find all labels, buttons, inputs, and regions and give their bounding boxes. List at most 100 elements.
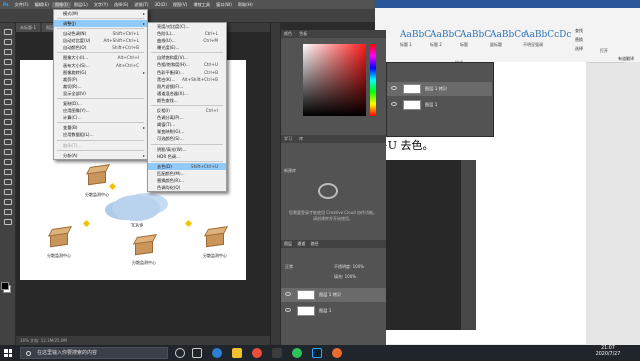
menu-item[interactable]: 应用数据组(L)... [54,131,147,138]
menu-item[interactable]: 匹配颜色(M)... [148,170,226,177]
menu-item[interactable]: 分析(A) [54,152,147,159]
layer-row[interactable]: 图层 1 拷贝 [387,82,492,96]
menu-help[interactable]: 帮助(H) [235,2,256,8]
app-icon[interactable] [272,348,282,358]
eye-icon[interactable] [285,292,291,296]
menu-item[interactable]: 自然饱和度(V)... [148,54,226,61]
menu-type[interactable]: 文字(Y) [91,2,111,8]
menu-item[interactable]: 色调分离(P)... [148,114,226,121]
quick-select-tool-icon[interactable] [4,59,12,65]
crop-tool-icon[interactable] [4,69,12,75]
menu-item[interactable]: 模式(M) [54,10,147,17]
menu-item[interactable]: 图像大小(I)... Alt+Ctrl+I [54,54,147,61]
menu-window[interactable]: 窗口(W) [213,2,235,8]
tab-layers[interactable]: 图层 [284,241,292,246]
hand-tool-icon[interactable] [4,209,12,215]
pen-tool-icon[interactable] [4,169,12,175]
menu-item[interactable]: 通道混合器(X)... [148,90,226,97]
libraries-title[interactable]: 新建库 [281,168,299,173]
menu-item[interactable]: 色阶(L)... Ctrl+L [148,30,226,37]
tab-document-1[interactable]: 未标题-1 [16,23,40,32]
opacity-field[interactable]: 不透明度: 100% [334,264,364,270]
open-button[interactable]: 打开 [600,48,608,54]
clock[interactable]: 21:07 2020/7/27 [592,346,624,358]
hue-slider[interactable] [370,44,376,116]
brush-tool-icon[interactable] [4,99,12,105]
menu-item[interactable]: 裁切(R)... [54,83,147,90]
blend-mode-select[interactable]: 正常 [285,264,293,270]
layer-row[interactable]: 图层 1 [281,304,386,318]
menu-item[interactable]: 渐变映射(G)... [148,128,226,135]
menu-layer[interactable]: 图层(L) [71,2,91,8]
healing-tool-icon[interactable] [4,89,12,95]
move-tool-icon[interactable] [4,29,12,35]
menu-item[interactable]: 阴影/高光(W)... [148,146,226,153]
menu-item[interactable]: 自动颜色(O) Shift+Ctrl+B [54,44,147,51]
gradient-tool-icon[interactable] [4,139,12,145]
zoom-tool-icon[interactable] [4,219,12,225]
menu-plugins[interactable]: 增效工具 [190,2,213,8]
menu-item[interactable]: 亮度/对比度(C)... [148,23,226,30]
replace-button[interactable]: 替换 [575,37,583,43]
menu-file[interactable]: 文件(F) [12,2,32,8]
menu-item[interactable]: 黑白(K)... Alt+Shift+Ctrl+B [148,76,226,83]
menu-item[interactable]: 照片滤镜(F)... [148,83,226,90]
cortana-icon[interactable] [175,348,185,358]
word-scroll-area[interactable] [625,62,640,345]
wechat-icon[interactable] [292,348,302,358]
style-subtle-emphasis[interactable]: AaBbCcDc 不明显强调 [523,30,571,56]
menu-item[interactable]: 反相(I) Ctrl+I [148,107,226,114]
menu-item[interactable]: 去色(D) Shift+Ctrl+U [148,162,226,170]
menu-3d[interactable]: 3D(D) [151,2,169,7]
menu-item[interactable]: 画布大小(S)... Alt+Ctrl+C [54,62,147,69]
menu-select[interactable]: 选择(S) [111,2,131,8]
photoshop-icon[interactable] [312,348,322,358]
menu-item[interactable]: 裁剪(P) [54,76,147,83]
menu-item[interactable]: 色彩平衡(B)... Ctrl+B [148,69,226,76]
menu-image[interactable]: 图像(I) [51,1,71,8]
menu-item[interactable]: 可选颜色(S)... [148,135,226,142]
fill-field[interactable]: 填充: 100% [334,274,356,280]
menu-item[interactable]: 替换颜色(R)... [148,177,226,184]
layer-row[interactable]: 图层 1 [387,98,492,112]
menu-item[interactable]: 应用图像(Y)... [54,107,147,114]
menu-item[interactable]: 色调均化(Q) [148,184,226,191]
menu-item[interactable]: 自动对比度(U) Alt+Shift+Ctrl+L [54,37,147,44]
browser-icon[interactable] [252,348,262,358]
menu-item[interactable]: 显示全部(V) [54,90,147,97]
marquee-tool-icon[interactable] [4,39,12,45]
menu-item[interactable]: 计算(C)... [54,114,147,121]
file-explorer-icon[interactable] [232,348,242,358]
tab-swatches[interactable]: 色板 [296,31,310,36]
menu-item[interactable]: HDR 色调... [148,153,226,160]
menu-edit[interactable]: 编辑(E) [32,2,52,8]
foreground-color-swatch[interactable] [1,282,9,290]
layer-row[interactable]: 图层 1 拷贝 [281,288,386,302]
dodge-tool-icon[interactable] [4,159,12,165]
edge-icon[interactable] [212,348,222,358]
menu-item[interactable]: 颜色查找... [148,97,226,104]
style-title[interactable]: AaBbC 标题 [460,30,491,56]
menu-item[interactable]: 调整(J) [54,20,147,27]
style-subtitle[interactable]: AaBbCc 副标题 [490,30,526,56]
select-button[interactable]: 选择 [575,46,583,52]
menu-item[interactable]: 自动色调(N) Shift+Ctrl+L [54,30,147,37]
eye-icon[interactable] [391,86,397,90]
eye-icon[interactable] [391,102,397,106]
menu-filter[interactable]: 滤镜(T) [131,2,151,8]
tab-channels[interactable]: 通道 [297,241,305,246]
shape-tool-icon[interactable] [4,199,12,205]
menu-item[interactable]: 复制(D)... [54,100,147,107]
find-button[interactable]: 查找 [575,28,583,34]
style-heading2[interactable]: AaBbC 标题 2 [430,30,461,56]
color-picker-field[interactable] [303,44,366,116]
text-tool-icon[interactable] [4,179,12,185]
task-view-icon[interactable] [192,348,202,358]
eye-icon[interactable] [285,308,291,312]
stamp-tool-icon[interactable] [4,109,12,115]
path-select-icon[interactable] [4,189,12,195]
lasso-tool-icon[interactable] [4,49,12,55]
eyedropper-tool-icon[interactable] [4,79,12,85]
tab-learn[interactable]: 学习 [281,136,295,141]
blur-tool-icon[interactable] [4,149,12,155]
